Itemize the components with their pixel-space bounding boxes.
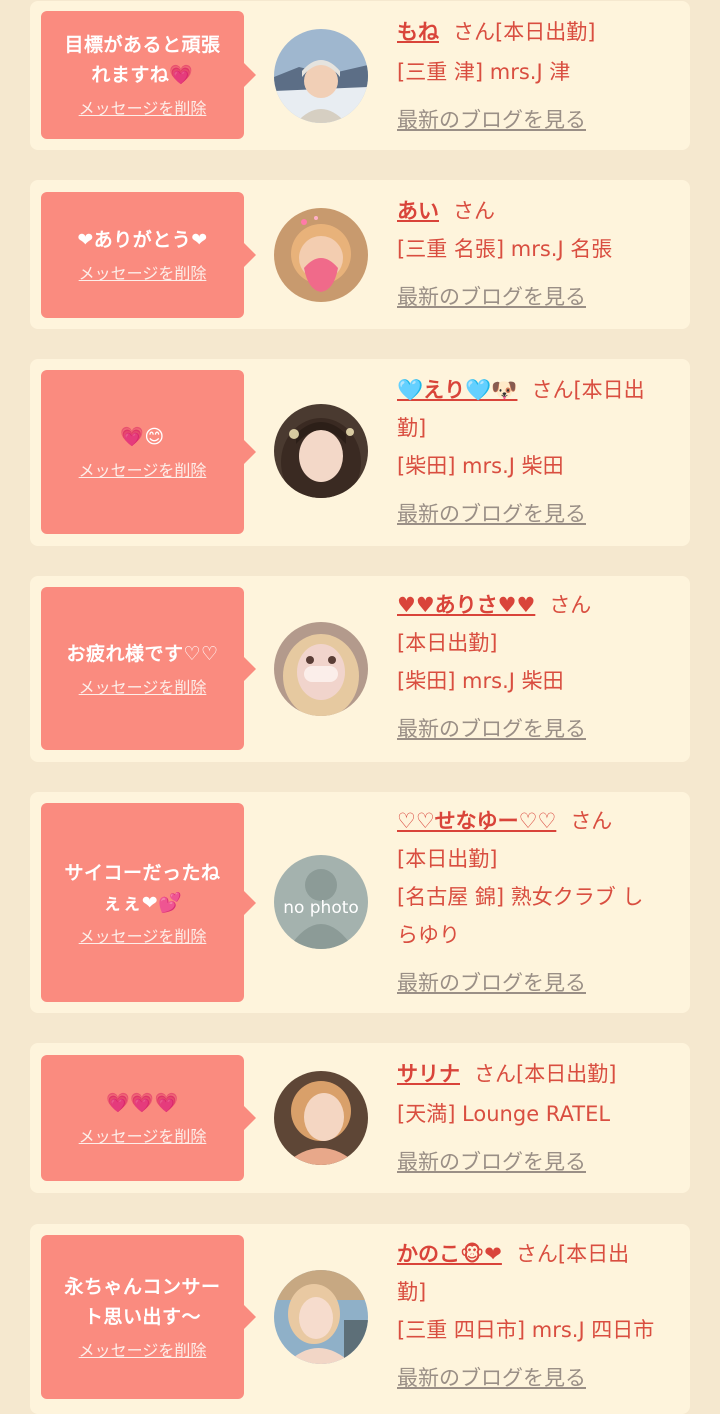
avatar[interactable] xyxy=(274,404,368,498)
cast-location: [三重 四日市] mrs.J 四日市 xyxy=(397,1318,655,1342)
latest-blog-link[interactable]: 最新のブログを見る xyxy=(397,1150,586,1174)
delete-message-link[interactable]: メッセージを削除 xyxy=(79,1126,207,1148)
cast-suffix-continued: 勤] xyxy=(397,1280,427,1304)
cast-suffix: さん xyxy=(570,809,613,833)
message-bubble: 目標があると頑張 れますね💗 メッセージを削除 xyxy=(41,11,256,139)
message-bubble: 💗😊 メッセージを削除 xyxy=(41,370,256,534)
cast-location: [名古屋 錦] 熟女クラブ し xyxy=(397,885,644,909)
cast-name-link[interactable]: サリナ xyxy=(397,1062,460,1086)
latest-blog-link[interactable]: 最新のブログを見る xyxy=(397,502,586,526)
cast-name-link[interactable]: ♡♡せなゆー♡♡ xyxy=(397,809,556,833)
cast-name-link[interactable]: ♥♥ありさ♥♥ xyxy=(397,593,535,617)
cast-name-link[interactable]: 🩵えり🩵🐶 xyxy=(397,378,517,402)
favorite-card: 永ちゃんコンサー ト思い出す〜 メッセージを削除 かのこ🐵❤ さん[本日出 勤] … xyxy=(30,1224,690,1414)
cast-suffix-continued: [本日出勤] xyxy=(397,631,498,655)
message-bubble: サイコーだったね ぇぇ❤💕 メッセージを削除 xyxy=(41,803,256,1002)
cast-location: [三重 津] mrs.J 津 xyxy=(397,60,571,84)
message-text: 永ちゃんコンサー ト思い出す〜 xyxy=(64,1276,221,1328)
latest-blog-link[interactable]: 最新のブログを見る xyxy=(397,717,586,741)
no-photo-label: no photo xyxy=(283,898,359,918)
message-bubble: 💗💗💗 メッセージを削除 xyxy=(41,1055,256,1181)
cast-location: [柴田] mrs.J 柴田 xyxy=(397,454,564,478)
cast-suffix: さん[本日出勤] xyxy=(453,20,596,44)
cast-suffix: さん[本日出勤] xyxy=(474,1062,617,1086)
cast-suffix: さん xyxy=(453,199,495,223)
message-text: お疲れ様です♡♡ xyxy=(66,642,219,665)
cast-location: [三重 名張] mrs.J 名張 xyxy=(397,237,613,261)
message-text: サイコーだったね ぇぇ❤💕 xyxy=(64,861,221,914)
delete-message-link[interactable]: メッセージを削除 xyxy=(79,1340,207,1362)
delete-message-link[interactable]: メッセージを削除 xyxy=(79,460,207,482)
cast-name-link[interactable]: あい xyxy=(397,199,439,223)
latest-blog-link[interactable]: 最新のブログを見る xyxy=(397,285,586,309)
latest-blog-link[interactable]: 最新のブログを見る xyxy=(397,971,586,995)
latest-blog-link[interactable]: 最新のブログを見る xyxy=(397,108,586,132)
latest-blog-link[interactable]: 最新のブログを見る xyxy=(397,1366,586,1390)
message-text: 💗💗💗 xyxy=(106,1092,179,1114)
cast-info: 🩵えり🩵🐶 さん[本日出 勤] [柴田] mrs.J 柴田 最新のブログを見る xyxy=(397,371,687,533)
cast-suffix-continued: [本日出勤] xyxy=(397,847,498,871)
cast-location-continued: らゆり xyxy=(397,923,460,947)
message-bubble: お疲れ様です♡♡ メッセージを削除 xyxy=(41,587,256,750)
message-bubble: 永ちゃんコンサー ト思い出す〜 メッセージを削除 xyxy=(41,1235,256,1399)
cast-suffix: さん[本日出 xyxy=(531,378,645,402)
favorite-card: お疲れ様です♡♡ メッセージを削除 ♥♥ありさ♥♥ さん [本日出勤] [柴田] … xyxy=(30,576,690,762)
delete-message-link[interactable]: メッセージを削除 xyxy=(79,263,207,285)
cast-suffix: さん xyxy=(549,593,592,617)
favorite-card: サイコーだったね ぇぇ❤💕 メッセージを削除 no photo ♡♡せなゆー♡♡… xyxy=(30,792,690,1013)
cast-name-link[interactable]: かのこ🐵❤ xyxy=(397,1242,502,1266)
favorite-card: 目標があると頑張 れますね💗 メッセージを削除 もね さん[本日出勤] [三重 津… xyxy=(30,1,690,150)
cast-location: [柴田] mrs.J 柴田 xyxy=(397,669,564,693)
cast-suffix-continued: 勤] xyxy=(397,416,427,440)
message-text: 💗😊 xyxy=(120,426,165,448)
avatar[interactable] xyxy=(274,622,368,716)
avatar[interactable] xyxy=(274,29,368,123)
delete-message-link[interactable]: メッセージを削除 xyxy=(79,677,207,699)
message-bubble: ❤ありがとう❤ メッセージを削除 xyxy=(41,192,256,318)
message-text: ❤ありがとう❤ xyxy=(77,229,208,251)
cast-info: ♡♡せなゆー♡♡ さん [本日出勤] [名古屋 錦] 熟女クラブ し らゆり 最新… xyxy=(397,802,687,1002)
avatar[interactable]: no photo xyxy=(274,855,368,949)
cast-info: かのこ🐵❤ さん[本日出 勤] [三重 四日市] mrs.J 四日市 最新のブログ… xyxy=(397,1235,687,1397)
cast-info: あい さん [三重 名張] mrs.J 名張 最新のブログを見る xyxy=(397,192,687,316)
cast-info: もね さん[本日出勤] [三重 津] mrs.J 津 最新のブログを見る xyxy=(397,13,687,139)
avatar[interactable] xyxy=(274,1071,368,1165)
avatar[interactable] xyxy=(274,208,368,302)
cast-location: [天満] Lounge RATEL xyxy=(397,1102,611,1126)
cast-name-link[interactable]: もね xyxy=(397,20,439,44)
cast-info: サリナ さん[本日出勤] [天満] Lounge RATEL 最新のブログを見る xyxy=(397,1055,687,1181)
delete-message-link[interactable]: メッセージを削除 xyxy=(79,926,207,948)
cast-info: ♥♥ありさ♥♥ さん [本日出勤] [柴田] mrs.J 柴田 最新のブログを見る xyxy=(397,586,687,748)
favorite-card: 💗😊 メッセージを削除 🩵えり🩵🐶 さん[本日出 勤] [柴田] mrs.J 柴田… xyxy=(30,359,690,546)
favorite-card: 💗💗💗 メッセージを削除 サリナ さん[本日出勤] [天満] Lounge RAT… xyxy=(30,1043,690,1193)
favorite-card: ❤ありがとう❤ メッセージを削除 あい さん [三重 名張] mrs.J 名張 最… xyxy=(30,180,690,329)
cast-suffix: さん[本日出 xyxy=(515,1242,630,1266)
avatar[interactable] xyxy=(274,1270,368,1364)
message-text: 目標があると頑張 れますね💗 xyxy=(64,34,221,86)
delete-message-link[interactable]: メッセージを削除 xyxy=(79,98,207,120)
